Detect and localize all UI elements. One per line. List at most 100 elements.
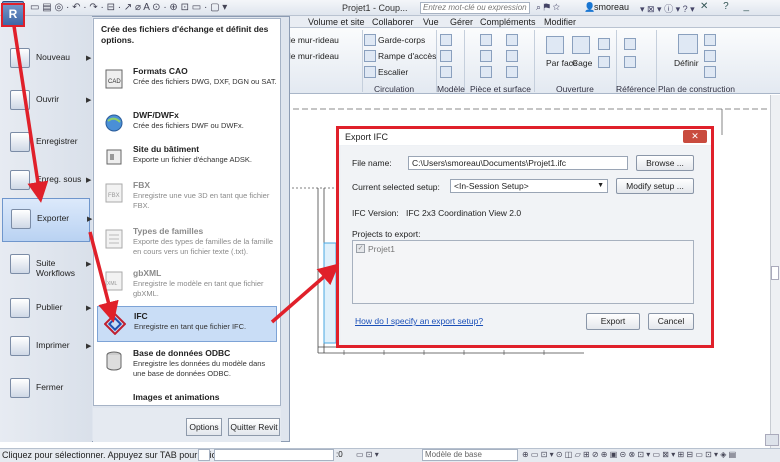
tab-volume-site[interactable]: Volume et site — [308, 17, 365, 27]
menu-item-label: Imprimer — [36, 340, 70, 350]
export-odbc[interactable]: Base de données ODBC Enregistre les donn… — [97, 344, 277, 384]
submenu-item-desc: Enregistre une vue 3D en tant que fichie… — [133, 191, 270, 210]
model-line-icon[interactable] — [440, 50, 452, 62]
database-icon — [106, 351, 122, 371]
export-button[interactable]: Export — [586, 313, 640, 330]
search-input[interactable]: Entrez mot-clé ou expression — [420, 2, 530, 14]
tab-modifier[interactable]: Modifier — [544, 17, 576, 27]
stair-button[interactable]: Escalier — [378, 67, 408, 77]
quick-access-toolbar[interactable]: ▭ ▤ ◎ · ↶ · ↷ · ⊟ · ↗ ⌀ A ⊙ · ⊕ ⊡ ▭ · ▢ … — [30, 2, 227, 14]
project-checkbox[interactable]: ✓ — [356, 244, 365, 253]
tab-complements[interactable]: Compléments — [480, 17, 536, 27]
submenu-item-title: Images et animations — [133, 392, 220, 402]
curtain-wall-button[interactable]: de mur-rideau — [286, 35, 339, 45]
shaft-icon[interactable] — [572, 36, 590, 54]
menu-item-label: Fermer — [36, 382, 64, 392]
submenu-item-title: Site du bâtiment — [133, 144, 200, 154]
railing-icon — [364, 34, 376, 46]
export-images-animations[interactable]: Images et animations — [97, 388, 277, 404]
cad-file-icon: CAD — [105, 69, 123, 89]
svg-text:CAD: CAD — [108, 79, 121, 85]
ref-plane-icon[interactable] — [704, 50, 716, 62]
export-icon — [11, 209, 31, 229]
area-tag-icon[interactable] — [506, 50, 518, 62]
tab-collaborer[interactable]: Collaborer — [372, 17, 414, 27]
quit-revit-button[interactable]: Quitter Revit — [228, 418, 280, 436]
railing-button[interactable]: Garde-corps — [378, 35, 425, 45]
menu-item-ouvrir[interactable]: Ouvrir ▶ — [2, 80, 91, 124]
viewer-icon[interactable] — [704, 66, 716, 78]
status-icons[interactable]: ▭ ⊡ ▾ — [356, 450, 379, 459]
set-workplane-button[interactable]: Définir — [674, 58, 699, 68]
menu-item-imprimer[interactable]: Imprimer ▶ — [2, 326, 91, 370]
coordinate-readout: :0 — [336, 450, 343, 459]
menu-item-nouveau[interactable]: Nouveau ▶ — [2, 38, 91, 82]
new-file-icon — [10, 48, 30, 68]
export-building-site[interactable]: Site du bâtiment Exporte un fichier d'éc… — [97, 140, 277, 180]
vertical-opening-icon[interactable] — [598, 56, 610, 68]
room-tag-icon[interactable] — [506, 34, 518, 46]
menu-item-label: Ouvrir — [36, 94, 60, 104]
model-dropdown[interactable]: Modèle de base — [422, 449, 518, 461]
search-icon[interactable]: ⌕ ⚑ ☆ — [536, 2, 560, 13]
submenu-item-title: gbXML — [133, 268, 162, 278]
wall-opening-icon[interactable] — [598, 38, 610, 50]
file-name-field[interactable]: C:\Users\smoreau\Documents\Projet1.ifc — [408, 156, 628, 170]
options-button[interactable]: Options — [186, 418, 222, 436]
save-as-icon — [10, 170, 30, 190]
grid-icon[interactable] — [624, 56, 636, 68]
menu-item-label: Exporter — [37, 213, 70, 223]
submenu-arrow-icon: ▶ — [87, 216, 93, 223]
application-button[interactable]: R — [2, 1, 24, 27]
menu-item-suite-workflows[interactable]: Suite Workflows ▶ — [2, 244, 91, 288]
menu-item-exporter[interactable]: Exporter ▶ — [2, 198, 93, 242]
export-cad-formats[interactable]: CAD Formats CAO Crée des fichiers DWG, D… — [97, 62, 277, 102]
tab-vue[interactable]: Vue — [423, 17, 439, 27]
status-tool-icons[interactable]: ⊕ ▭ ⊡ ▾ ⊙ ◫ ▱ ⊞ ⊘ ⊕ ▣ ⊝ ⊗ ⊡ ▾ ▭ ⊠ ▾ ⊞ ⊟ … — [522, 450, 736, 459]
save-icon — [10, 132, 30, 152]
scroll-thumb[interactable] — [771, 266, 779, 280]
submenu-item-title: Types de familles — [133, 226, 204, 236]
ramp-icon — [364, 50, 376, 62]
area-icon[interactable] — [480, 50, 492, 62]
browse-button[interactable]: Browse ... — [636, 155, 694, 171]
close-icon[interactable]: ✕ — [683, 130, 707, 143]
export-ifc[interactable]: IFC Enregistre en tant que fichier IFC. — [97, 306, 277, 342]
exchange-icon[interactable]: ▾ ⊠ ▾ ⓘ ▾ ? ▾ — [640, 2, 695, 15]
area-boundary-icon[interactable] — [506, 66, 518, 78]
building-site-icon — [106, 149, 122, 165]
room-icon[interactable] — [480, 34, 492, 46]
dialog-titlebar[interactable] — [339, 129, 711, 145]
ribbon-panel: de mur-rideau de mur-rideau Garde-corps … — [284, 28, 780, 94]
ramp-button[interactable]: Rampe d'accès — [378, 51, 436, 61]
submenu-item-desc: Exporte un fichier d'échange ADSK. — [133, 155, 253, 164]
datum-icon[interactable] — [624, 38, 636, 50]
shaft-button[interactable]: Cage — [572, 58, 592, 68]
file-name-label: File name: — [352, 158, 392, 168]
setup-value: <In-Session Setup> — [454, 181, 529, 191]
cancel-button[interactable]: Cancel — [648, 313, 694, 330]
curtain-grid-button[interactable]: de mur-rideau — [286, 51, 339, 61]
by-face-icon[interactable] — [546, 36, 564, 54]
submenu-item-desc: Enregistre en tant que fichier IFC. — [134, 322, 247, 331]
dwf-globe-icon — [105, 114, 123, 132]
submenu-header: Crée des fichiers d'échange et définit d… — [101, 24, 269, 45]
filter-icon[interactable] — [198, 449, 210, 461]
show-workplane-icon[interactable] — [704, 34, 716, 46]
help-link[interactable]: How do I specify an export setup? — [355, 316, 483, 326]
window-controls[interactable]: ✕ ? _ — [700, 1, 755, 12]
ifc-logo-icon — [104, 313, 126, 335]
model-text-icon[interactable] — [440, 34, 452, 46]
by-face-button[interactable]: Par face — [546, 58, 578, 68]
model-group-icon[interactable] — [440, 66, 452, 78]
workplane-set-icon[interactable] — [678, 34, 698, 54]
menu-item-fermer[interactable]: Fermer — [2, 368, 90, 412]
color-scheme-icon[interactable] — [480, 66, 492, 78]
submenu-item-desc: Exporte des types de familles de la fami… — [133, 237, 274, 256]
modify-setup-button[interactable]: Modify setup ... — [616, 178, 694, 194]
user-name[interactable]: smoreau — [594, 2, 629, 12]
panel-label-ouverture: Ouverture — [556, 84, 594, 94]
setup-select[interactable]: <In-Session Setup> ▼ — [450, 179, 608, 193]
tab-gerer[interactable]: Gérer — [450, 17, 473, 27]
close-document-icon — [10, 378, 30, 398]
